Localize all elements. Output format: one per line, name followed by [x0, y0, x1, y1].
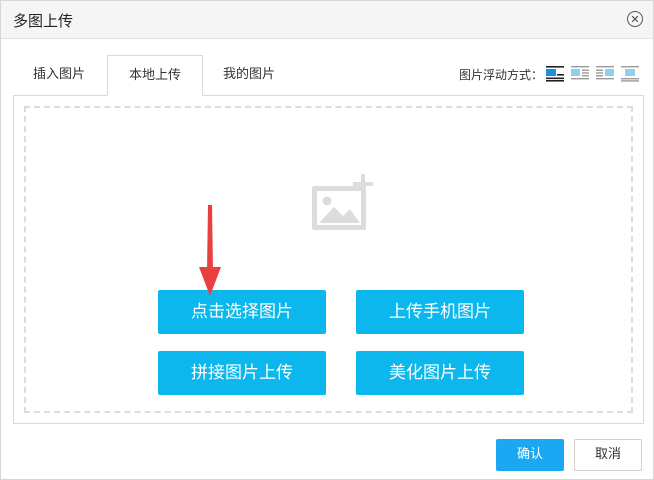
select-images-button[interactable]: 点击选择图片	[158, 290, 326, 334]
float-left-icon[interactable]	[570, 64, 590, 82]
dialog-title: 多图上传	[13, 12, 74, 30]
multi-image-upload-dialog: 多图上传 ✕ 插入图片 本地上传 我的图片 图片浮动方式： 点击选择图片 上传手…	[0, 0, 654, 480]
float-right-icon[interactable]	[595, 64, 615, 82]
image-add-icon	[312, 174, 373, 230]
float-mode-label: 图片浮动方式：	[459, 68, 544, 82]
beautify-upload-button[interactable]: 美化图片上传	[356, 351, 524, 395]
drop-zone[interactable]: 点击选择图片 上传手机图片 拼接图片上传 美化图片上传	[24, 106, 633, 413]
confirm-button[interactable]: 确认	[496, 439, 564, 471]
upload-from-phone-button[interactable]: 上传手机图片	[356, 290, 524, 334]
local-upload-panel: 点击选择图片 上传手机图片 拼接图片上传 美化图片上传	[13, 95, 644, 424]
stitch-upload-button[interactable]: 拼接图片上传	[158, 351, 326, 395]
float-center-icon[interactable]	[620, 64, 640, 82]
tab-insert-image[interactable]: 插入图片	[19, 55, 99, 96]
dialog-titlebar: 多图上传 ✕	[1, 1, 653, 39]
float-none-icon[interactable]	[545, 64, 565, 82]
cancel-button[interactable]: 取消	[574, 439, 642, 471]
tab-local-upload[interactable]: 本地上传	[107, 55, 203, 96]
close-icon[interactable]: ✕	[627, 11, 643, 27]
tab-my-images[interactable]: 我的图片	[209, 55, 289, 96]
red-arrow-icon	[199, 205, 221, 296]
